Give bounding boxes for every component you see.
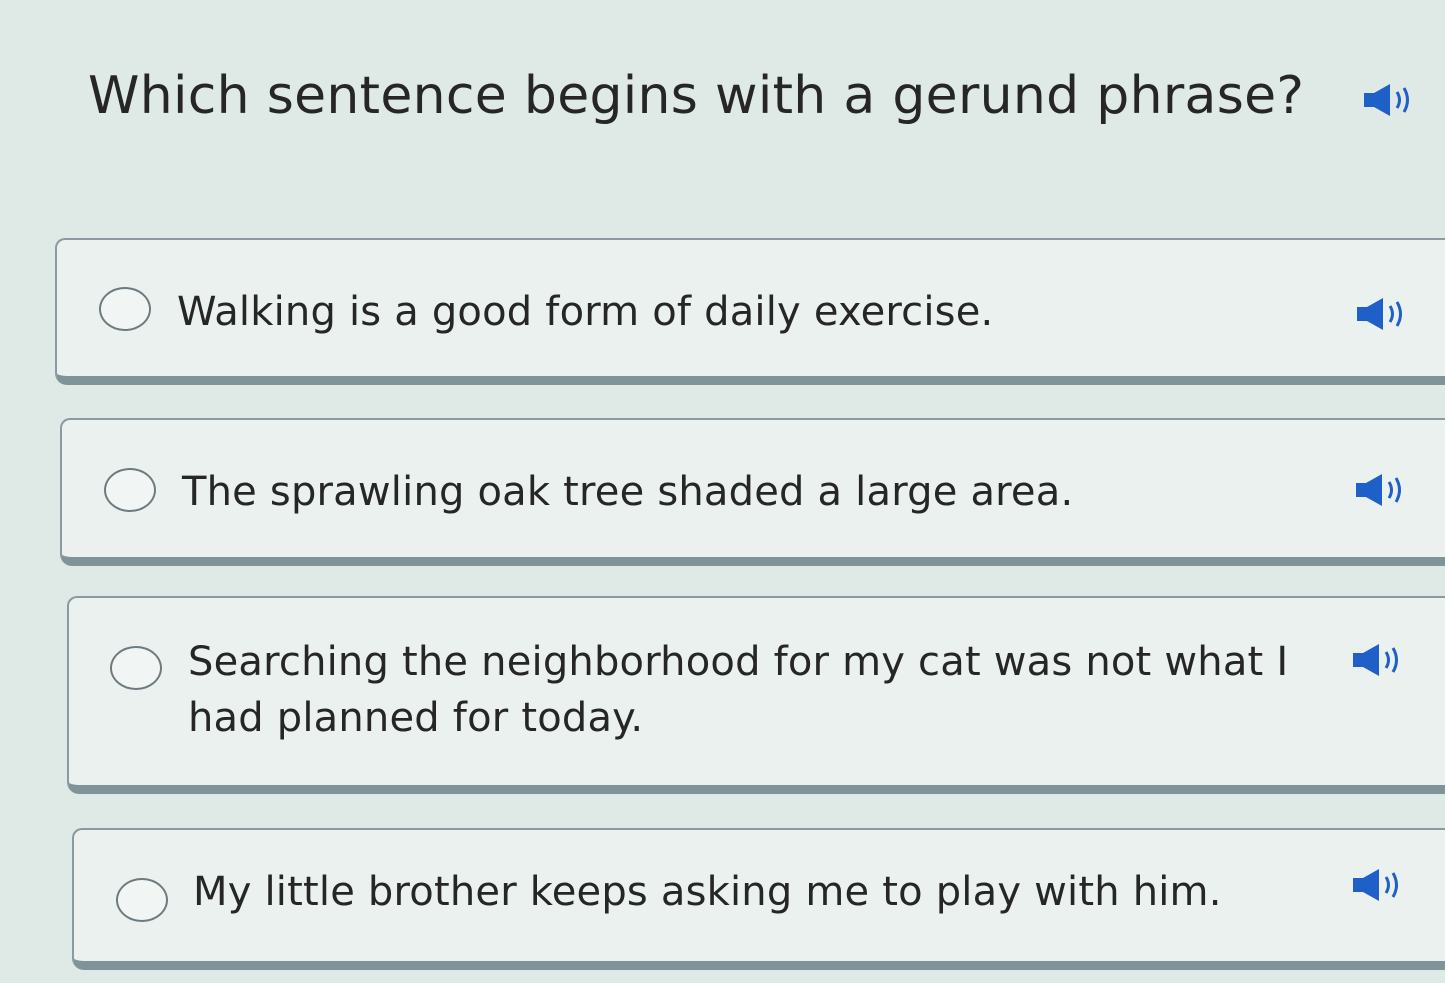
answer-choice-4[interactable]: My little brother keeps asking me to pla…: [72, 828, 1445, 970]
answer-choice-3[interactable]: Searching the neighborhood for my cat wa…: [67, 596, 1445, 794]
answer-choice-1[interactable]: Walking is a good form of daily exercise…: [55, 238, 1445, 385]
choice-text: The sprawling oak tree shaded a large ar…: [182, 469, 1074, 515]
question-speaker-icon[interactable]: [1360, 80, 1416, 120]
radio-button[interactable]: [110, 646, 162, 690]
choice-text: Searching the neighborhood for my cat wa…: [188, 639, 1289, 741]
speaker-icon[interactable]: [1352, 470, 1408, 510]
speaker-icon[interactable]: [1349, 640, 1405, 680]
radio-button[interactable]: [99, 287, 151, 331]
speaker-icon[interactable]: [1349, 865, 1405, 905]
radio-button[interactable]: [104, 468, 156, 512]
answer-choice-2[interactable]: The sprawling oak tree shaded a large ar…: [60, 418, 1445, 566]
choice-text: My little brother keeps asking me to pla…: [193, 869, 1222, 915]
question-text: Which sentence begins with a gerund phra…: [88, 66, 1305, 126]
choice-text: Walking is a good form of daily exercise…: [177, 289, 994, 335]
radio-button[interactable]: [116, 878, 168, 922]
speaker-icon[interactable]: [1353, 294, 1409, 334]
